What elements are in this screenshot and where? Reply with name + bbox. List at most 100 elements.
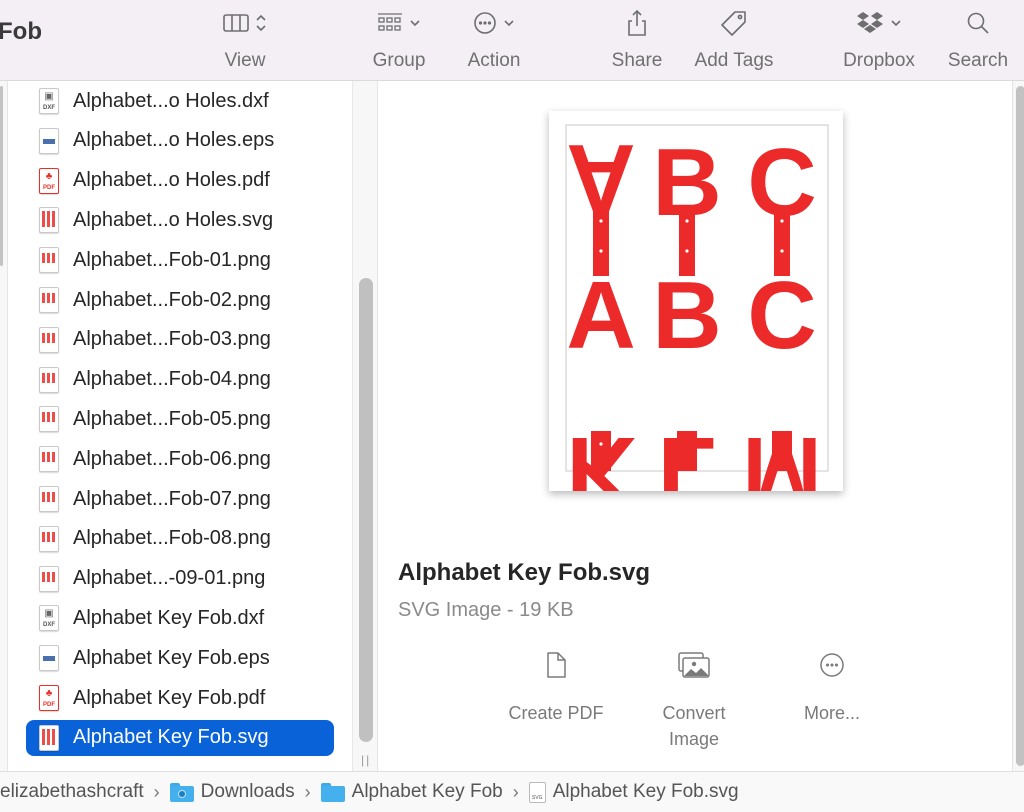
chevron-down-icon bbox=[410, 20, 420, 27]
path-bar: elizabethashcraft › Downloads › Alphabet… bbox=[0, 771, 1024, 812]
path-crumb-file[interactable]: SVG Alphabet Key Fob.svg bbox=[528, 781, 739, 803]
file-list: DXF ▣ Alphabet...o Holes.dxf Alphabet...o H… bbox=[8, 81, 352, 771]
file-name: Alphabet...Fob-05.png bbox=[73, 407, 271, 430]
share-button[interactable]: Share bbox=[604, 0, 670, 80]
ellipsis-circle-icon bbox=[820, 653, 844, 677]
toolbar: Fob View Group Action Share Add Tags Dro… bbox=[0, 0, 1024, 81]
chevron-updown-icon bbox=[256, 14, 266, 32]
search-button[interactable]: Search bbox=[942, 0, 1014, 80]
share-icon bbox=[628, 9, 646, 36]
file-list-item[interactable]: Alphabet...-09-01.png bbox=[26, 561, 334, 597]
file-name: Alphabet...Fob-01.png bbox=[73, 248, 271, 271]
dxf-file-icon: DXF ▣ bbox=[38, 605, 60, 632]
ellipsis-circle-icon bbox=[474, 12, 496, 34]
search-icon bbox=[967, 12, 989, 34]
path-crumb-downloads[interactable]: Downloads bbox=[169, 781, 295, 803]
file-name: Alphabet...Fob-02.png bbox=[73, 288, 271, 311]
preview-file-info: SVG Image - 19 KB bbox=[398, 599, 574, 621]
file-list-item[interactable]: Alphabet...Fob-01.png bbox=[26, 242, 334, 278]
png-file-icon bbox=[38, 247, 60, 274]
scrollbar-thumb[interactable] bbox=[1016, 86, 1024, 766]
chevron-down-icon bbox=[891, 20, 901, 27]
tag-icon bbox=[721, 11, 746, 36]
file-name: Alphabet...Fob-06.png bbox=[73, 447, 271, 470]
png-file-icon bbox=[38, 326, 60, 353]
file-list-item[interactable]: Alphabet...Fob-08.png bbox=[26, 521, 334, 557]
preview-letter: L bbox=[658, 417, 717, 491]
png-file-icon bbox=[38, 287, 60, 313]
preview-letter: K bbox=[566, 417, 635, 491]
preview-scrollbar[interactable] bbox=[1012, 81, 1024, 771]
file-name: Alphabet Key Fob.eps bbox=[73, 646, 270, 669]
create-pdf-button[interactable]: Create PDF bbox=[486, 648, 626, 726]
file-list-item[interactable]: Alphabet...Fob-03.png bbox=[26, 322, 334, 358]
file-name: Alphabet...-09-01.png bbox=[73, 567, 266, 590]
file-list-item[interactable]: PDF ♣ Alphabet...o Holes.pdf bbox=[26, 163, 334, 199]
file-list-item[interactable]: Alphabet Key Fob.eps bbox=[26, 640, 334, 676]
file-list-item[interactable]: Alphabet...Fob-07.png bbox=[26, 481, 334, 517]
preview-letter: B bbox=[652, 262, 721, 369]
view-button[interactable]: View bbox=[208, 0, 282, 80]
fob-hole bbox=[599, 249, 603, 253]
file-list-item[interactable]: Alphabet...Fob-06.png bbox=[26, 441, 334, 477]
more-actions-button[interactable]: More... bbox=[762, 648, 902, 726]
file-list-item[interactable]: DXF ▣ Alphabet Key Fob.dxf bbox=[26, 600, 334, 636]
fob-hole bbox=[685, 249, 689, 253]
file-name: Alphabet Key Fob.svg bbox=[73, 726, 269, 749]
preview-file-name: Alphabet Key Fob.svg bbox=[398, 559, 651, 586]
file-list-scrollbar[interactable]: || bbox=[352, 81, 378, 771]
file-name: Alphabet...Fob-03.png bbox=[73, 328, 271, 351]
file-list-item[interactable]: DXF ▣ Alphabet...o Holes.dxf bbox=[26, 83, 334, 119]
file-name: Alphabet...Fob-07.png bbox=[73, 487, 271, 510]
preview-letter: C bbox=[747, 262, 816, 369]
dropbox-icon bbox=[857, 12, 883, 33]
file-name: Alphabet...o Holes.dxf bbox=[73, 89, 269, 112]
pdf-file-icon: PDF ♣ bbox=[38, 167, 60, 194]
window-title: Fob bbox=[0, 18, 42, 45]
svg-preview-image: A B C A B C K L M bbox=[565, 124, 829, 491]
png-file-icon bbox=[38, 406, 60, 433]
column-resize-handle[interactable]: || bbox=[361, 753, 371, 767]
path-separator: › bbox=[304, 781, 311, 802]
convert-image-label: Convert Image bbox=[662, 703, 726, 749]
document-icon bbox=[547, 652, 566, 678]
folder-icon bbox=[320, 782, 345, 802]
png-file-icon bbox=[38, 486, 60, 512]
preview-letter: A bbox=[566, 262, 635, 369]
dropbox-button[interactable]: Dropbox bbox=[836, 0, 922, 80]
file-list-item[interactable]: Alphabet...o Holes.svg bbox=[26, 202, 334, 238]
file-name: Alphabet...o Holes.eps bbox=[73, 129, 275, 152]
photos-icon bbox=[678, 652, 710, 678]
downloads-folder-icon bbox=[169, 782, 194, 802]
file-list-item[interactable]: Alphabet Key Fob.svg bbox=[26, 719, 334, 756]
file-preview-thumbnail: ABC ABC KLM bbox=[549, 111, 843, 491]
column-view-icon bbox=[223, 14, 249, 32]
preview-letter: A bbox=[566, 124, 635, 231]
file-name: Alphabet...o Holes.svg bbox=[73, 208, 274, 231]
path-crumb-folder[interactable]: Alphabet Key Fob bbox=[320, 781, 503, 803]
file-list-item[interactable]: Alphabet...o Holes.eps bbox=[26, 123, 334, 159]
preview-pane: ABC ABC KLM Alphabet Key Fob.svg SVG Image… bbox=[378, 81, 1012, 771]
pdf-file-icon: PDF ♣ bbox=[38, 685, 60, 711]
scrollbar-thumb[interactable] bbox=[359, 278, 373, 742]
path-crumb-home[interactable]: elizabethashcraft bbox=[0, 781, 144, 803]
file-name: Alphabet...Fob-04.png bbox=[73, 368, 271, 391]
file-list-item[interactable]: Alphabet...Fob-02.png bbox=[26, 282, 334, 318]
file-list-item[interactable]: Alphabet...Fob-04.png bbox=[26, 362, 334, 398]
previous-column-scrollbar[interactable] bbox=[0, 86, 3, 266]
action-button[interactable]: Action bbox=[458, 0, 530, 80]
svg-file-icon: SVG bbox=[528, 781, 546, 803]
chevron-down-icon bbox=[504, 20, 514, 27]
previous-column bbox=[0, 81, 8, 771]
group-button[interactable]: Group bbox=[364, 0, 434, 80]
png-file-icon bbox=[38, 525, 60, 552]
preview-letter: C bbox=[747, 129, 816, 236]
file-name: Alphabet...Fob-08.png bbox=[73, 527, 271, 550]
path-separator: › bbox=[153, 781, 160, 802]
file-list-item[interactable]: PDF ♣ Alphabet Key Fob.pdf bbox=[26, 680, 334, 716]
svg-file-icon bbox=[38, 207, 60, 234]
file-name: Alphabet Key Fob.pdf bbox=[73, 686, 266, 709]
file-list-item[interactable]: Alphabet...Fob-05.png bbox=[26, 401, 334, 437]
convert-image-button[interactable]: Convert Image bbox=[624, 648, 764, 752]
add-tags-button[interactable]: Add Tags bbox=[686, 0, 782, 80]
